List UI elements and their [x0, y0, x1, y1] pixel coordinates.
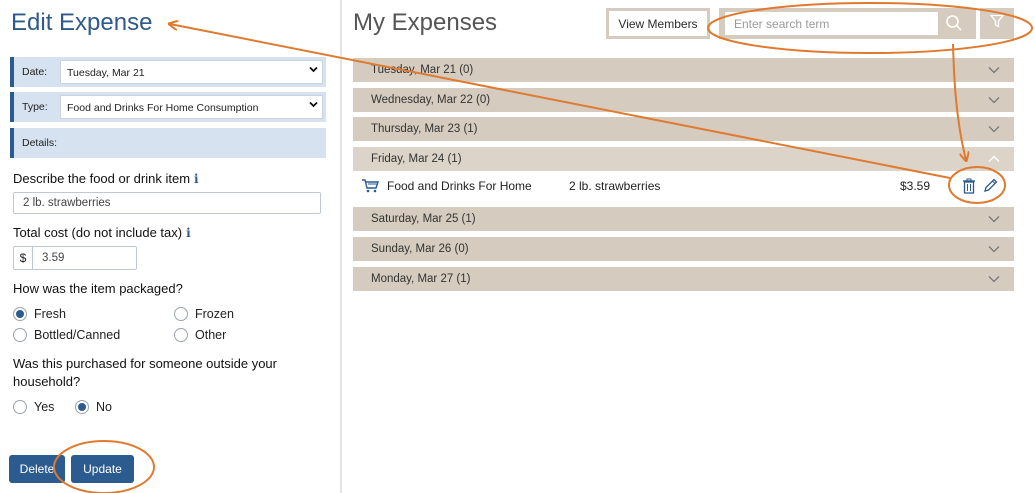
chevron-down-icon	[988, 124, 1000, 136]
chevron-down-icon	[988, 274, 1000, 286]
radio-yes-label: Yes	[34, 400, 55, 414]
day-label: Friday, Mar 24 (1)	[371, 153, 462, 165]
currency-symbol: $	[14, 247, 33, 269]
radio-bottled-label: Bottled/Canned	[34, 328, 121, 342]
radio-fresh[interactable]: Fresh	[13, 307, 66, 321]
outside-question: Was this purchased for someone outside y…	[13, 355, 277, 391]
filter-icon	[989, 14, 1005, 33]
chevron-down-icon	[988, 95, 1000, 107]
day-row-tue-mar-21[interactable]: Tuesday, Mar 21 (0)	[353, 58, 1014, 82]
view-members-button[interactable]: View Members	[606, 8, 710, 39]
day-label: Wednesday, Mar 22 (0)	[371, 94, 491, 106]
day-row-sat-mar-25[interactable]: Saturday, Mar 25 (1)	[353, 207, 1014, 231]
day-label: Monday, Mar 27 (1)	[371, 273, 471, 285]
info-icon[interactable]: i	[194, 172, 199, 186]
radio-yes-dot[interactable]	[13, 400, 27, 414]
chevron-up-icon	[988, 154, 1000, 166]
day-row-thu-mar-23[interactable]: Thursday, Mar 23 (1)	[353, 117, 1014, 141]
cost-question: Total cost (do not include tax) i	[13, 225, 191, 240]
day-label: Tuesday, Mar 21 (0)	[371, 64, 474, 76]
radio-frozen-dot[interactable]	[174, 307, 188, 321]
describe-input-value: 2 lb. strawberries	[23, 197, 111, 209]
filter-button[interactable]	[980, 8, 1014, 39]
search-input[interactable]: Enter search term	[725, 12, 938, 35]
radio-bottled-dot[interactable]	[13, 328, 27, 342]
details-label: Details:	[22, 137, 58, 149]
radio-fresh-dot[interactable]	[13, 307, 27, 321]
delete-button[interactable]: Delete	[9, 455, 65, 483]
chevron-down-icon[interactable]	[309, 65, 318, 74]
search-icon[interactable]	[945, 14, 963, 37]
radio-other-label: Other	[195, 328, 227, 342]
my-expenses-title: My Expenses	[353, 9, 498, 36]
chevron-down-icon[interactable]	[309, 100, 318, 109]
day-row-mon-mar-27[interactable]: Monday, Mar 27 (1)	[353, 267, 1014, 291]
radio-no-dot[interactable]	[75, 400, 89, 414]
chevron-down-icon	[988, 244, 1000, 256]
search-bar: Enter search term	[719, 8, 976, 39]
panel-divider	[340, 0, 342, 493]
type-select[interactable]: Food and Drinks For Home Consumption	[60, 95, 323, 119]
day-label: Thursday, Mar 23 (1)	[371, 123, 478, 135]
cost-input-value: 3.59	[42, 252, 65, 264]
radio-frozen[interactable]: Frozen	[174, 307, 234, 321]
outside-question-line2: household?	[13, 374, 81, 389]
cart-icon	[361, 178, 379, 196]
day-label: Saturday, Mar 25 (1)	[371, 213, 476, 225]
date-label: Date:	[22, 66, 48, 78]
day-label: Sunday, Mar 26 (0)	[371, 243, 469, 255]
day-row-wed-mar-22[interactable]: Wednesday, Mar 22 (0)	[353, 88, 1014, 112]
radio-other[interactable]: Other	[174, 328, 226, 342]
expense-price: $3.59	[900, 179, 931, 193]
type-select-value: Food and Drinks For Home Consumption	[67, 102, 259, 114]
radio-no-label: No	[96, 400, 112, 414]
trash-icon[interactable]	[962, 178, 976, 197]
pencil-icon[interactable]	[983, 178, 998, 196]
date-row: Date: Tuesday, Mar 21	[10, 57, 326, 87]
radio-no[interactable]: No	[75, 400, 112, 414]
chevron-down-icon	[988, 65, 1000, 77]
radio-fresh-label: Fresh	[34, 307, 66, 321]
cost-input[interactable]: $ 3.59	[13, 246, 137, 270]
expense-item-row: Food and Drinks For Home 2 lb. strawberr…	[353, 171, 1014, 201]
date-select-value: Tuesday, Mar 21	[67, 67, 145, 79]
edit-expense-panel: Edit Expense Date: Tuesday, Mar 21 Type:…	[0, 0, 336, 493]
expense-category: Food and Drinks For Home	[387, 179, 532, 193]
date-select[interactable]: Tuesday, Mar 21	[60, 60, 323, 84]
day-row-fri-mar-24[interactable]: Friday, Mar 24 (1)	[353, 147, 1014, 171]
search-placeholder: Enter search term	[734, 17, 830, 31]
edit-expense-title: Edit Expense	[11, 9, 153, 36]
chevron-down-icon	[988, 214, 1000, 226]
radio-bottled[interactable]: Bottled/Canned	[13, 328, 120, 342]
day-row-sun-mar-26[interactable]: Sunday, Mar 26 (0)	[353, 237, 1014, 261]
radio-yes[interactable]: Yes	[13, 400, 54, 414]
outside-question-line1: Was this purchased for someone outside y…	[13, 356, 277, 371]
describe-question: Describe the food or drink item i	[13, 171, 199, 186]
packaging-question: How was the item packaged?	[13, 281, 183, 296]
details-row: Details:	[10, 128, 326, 158]
describe-question-text: Describe the food or drink item	[13, 171, 191, 186]
type-label: Type:	[22, 101, 48, 113]
radio-frozen-label: Frozen	[195, 307, 234, 321]
describe-input[interactable]: 2 lb. strawberries	[13, 192, 321, 214]
expense-description: 2 lb. strawberries	[569, 179, 661, 193]
radio-other-dot[interactable]	[174, 328, 188, 342]
info-icon[interactable]: i	[186, 226, 191, 240]
cost-question-text: Total cost (do not include tax)	[13, 225, 183, 240]
update-button[interactable]: Update	[71, 455, 134, 483]
type-row: Type: Food and Drinks For Home Consumpti…	[10, 92, 326, 122]
